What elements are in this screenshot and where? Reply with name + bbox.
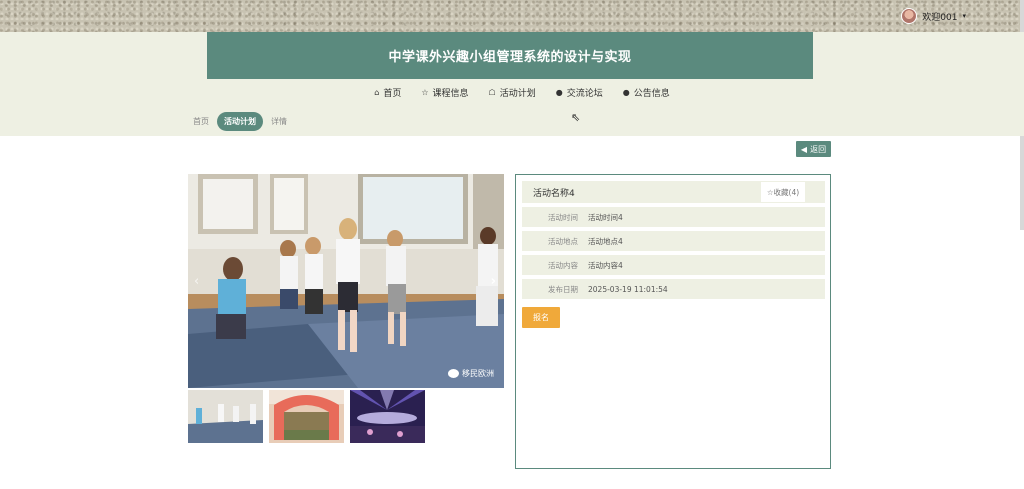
back-label: 返回 [810, 144, 827, 154]
nav-item-forum[interactable]: ● 交流论坛 [556, 86, 603, 99]
avatar [901, 8, 918, 24]
watermark-text: 移民欧洲 [462, 369, 494, 378]
field-value: 2025-03-19 11:01:54 [588, 284, 668, 294]
star-icon: ☆ [421, 88, 429, 97]
breadcrumb-current[interactable]: 活动计划 [217, 112, 263, 131]
nav-label: 公告信息 [633, 89, 670, 99]
nav-item-activities[interactable]: ☖ 活动计划 [489, 86, 536, 99]
field-label: 发布日期 [548, 284, 578, 294]
carousel-photo [188, 174, 504, 388]
home-icon: ⌂ [374, 88, 380, 97]
activity-name-row: 活动名称4 ☆收藏(4) [522, 181, 825, 203]
carousel-prev-icon[interactable]: ‹ [194, 274, 199, 289]
chevron-down-icon: ▾ [962, 12, 966, 20]
field-value: 活动内容4 [588, 260, 623, 270]
nav-label: 课程信息 [432, 89, 469, 99]
breadcrumb: 首页 活动计划 详情 [193, 112, 287, 131]
field-label: 活动时间 [548, 212, 578, 222]
nav-label: 首页 [383, 89, 402, 99]
favorite-button[interactable]: ☆收藏(4) [761, 182, 805, 202]
signup-button[interactable]: 报名 [522, 307, 560, 328]
site-title-text: 中学课外兴趣小组管理系统的设计与实现 [388, 50, 632, 65]
field-value: 活动时间4 [588, 212, 623, 222]
breadcrumb-detail: 详情 [271, 117, 287, 126]
top-texture-bar [0, 0, 1024, 32]
back-button[interactable]: ◀ 返回 [796, 141, 831, 157]
breadcrumb-home[interactable]: 首页 [193, 116, 209, 127]
field-row-content: 活动内容 活动内容4 [522, 255, 825, 275]
image-carousel[interactable]: ‹ › 移民欧洲 [188, 174, 504, 388]
activity-detail-panel: 活动名称4 ☆收藏(4) 活动时间 活动时间4 活动地点 活动地点4 活动内容 … [515, 174, 831, 469]
nav-item-home[interactable]: ⌂ 首页 [374, 86, 401, 99]
field-row-location: 活动地点 活动地点4 [522, 231, 825, 251]
user-greeting: 欢迎001 [922, 12, 958, 23]
site-title: 中学课外兴趣小组管理系统的设计与实现 [207, 32, 813, 79]
thumbnail-1[interactable] [188, 390, 263, 443]
nav-item-courses[interactable]: ☆ 课程信息 [421, 86, 468, 99]
field-row-time: 活动时间 活动时间4 [522, 207, 825, 227]
carousel-next-icon[interactable]: › [491, 274, 496, 289]
caret-left-icon: ◀ [800, 144, 808, 154]
field-label: 活动内容 [548, 260, 578, 270]
user-menu[interactable]: 欢迎001 ▾ [901, 8, 966, 24]
thumbnail-strip [188, 390, 425, 443]
nav-label: 交流论坛 [566, 89, 603, 99]
field-value: 活动地点4 [588, 236, 623, 246]
thumbnail-3[interactable] [350, 390, 425, 443]
bag-icon: ☖ [488, 88, 496, 97]
info-icon: ● [555, 88, 563, 97]
field-row-publish-date: 发布日期 2025-03-19 11:01:54 [522, 279, 825, 299]
question-icon: ● [622, 88, 630, 97]
main-nav: ⌂ 首页 ☆ 课程信息 ☖ 活动计划 ● 交流论坛 ● 公告信息 [0, 86, 1024, 99]
wechat-icon [448, 369, 459, 378]
field-label: 活动地点 [548, 236, 578, 246]
activity-name: 活动名称4 [533, 188, 575, 199]
nav-item-notices[interactable]: ● 公告信息 [623, 86, 670, 99]
nav-label: 活动计划 [499, 89, 536, 99]
thumbnail-2[interactable] [269, 390, 344, 443]
image-watermark: 移民欧洲 [448, 368, 494, 379]
mouse-cursor-icon: ⇖ [571, 111, 581, 124]
